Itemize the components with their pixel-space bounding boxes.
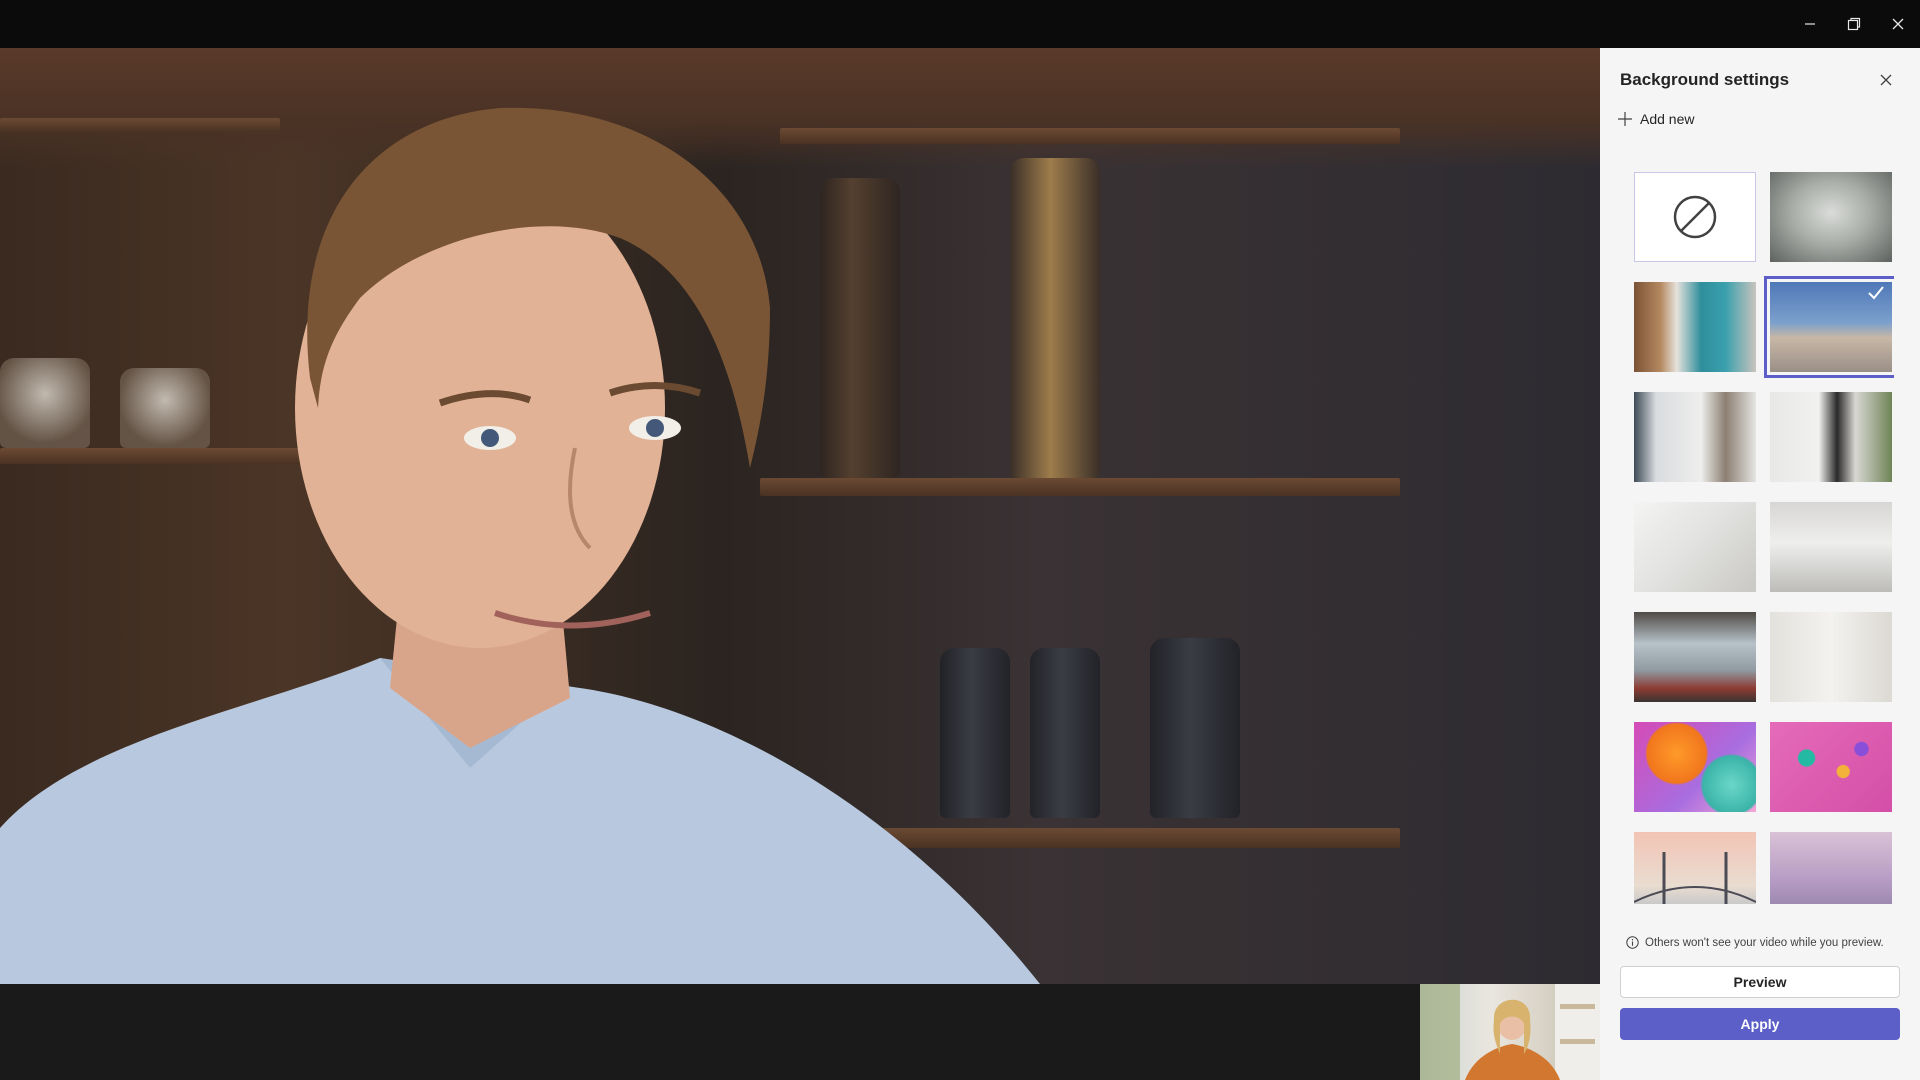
- restore-icon: [1847, 17, 1861, 31]
- background-tile-office-glass[interactable]: [1634, 612, 1756, 702]
- background-tile-white-loft[interactable]: [1634, 502, 1756, 592]
- background-tile-balloons-orange[interactable]: [1634, 722, 1756, 812]
- background-settings-panel: Background settings Add new Others won't…: [1600, 48, 1920, 1080]
- plus-icon: [1618, 112, 1632, 126]
- add-new-button[interactable]: Add new: [1618, 106, 1694, 132]
- bottom-bar: [0, 984, 1420, 1080]
- self-view-thumbnail[interactable]: [1420, 984, 1600, 1080]
- background-tile-white-wall-plants[interactable]: [1770, 612, 1892, 702]
- main-video-feed: [0, 48, 1600, 984]
- checkmark-icon: [1868, 286, 1884, 300]
- none-icon: [1673, 195, 1717, 239]
- background-tile-balloons-pink[interactable]: [1770, 722, 1892, 812]
- preview-button[interactable]: Preview: [1620, 966, 1900, 998]
- jar: [1150, 638, 1240, 818]
- minimize-icon: [1805, 23, 1815, 25]
- add-new-label: Add new: [1640, 111, 1695, 127]
- info-text: Others won't see your video while you pr…: [1645, 936, 1884, 949]
- close-icon: [1892, 18, 1904, 30]
- background-tile-office-lockers[interactable]: [1634, 282, 1756, 372]
- bridge-shape: [1634, 852, 1756, 904]
- window-close-button[interactable]: [1876, 0, 1920, 48]
- background-tile-empty-white-room[interactable]: [1770, 502, 1892, 592]
- background-tile-room-mirror-plant[interactable]: [1770, 392, 1892, 482]
- background-tile-beach-vehicle[interactable]: [1764, 276, 1894, 378]
- self-view-person: [1420, 984, 1600, 1080]
- panel-close-button[interactable]: [1870, 64, 1902, 96]
- panel-title: Background settings: [1620, 70, 1790, 89]
- close-icon: [1880, 74, 1892, 86]
- title-bar: [0, 0, 1920, 48]
- background-tile-blur[interactable]: [1770, 172, 1892, 262]
- preview-info: Others won't see your video while you pr…: [1626, 936, 1884, 949]
- apply-button[interactable]: Apply: [1620, 1008, 1900, 1040]
- info-icon: [1626, 936, 1639, 949]
- background-tile-bridge-pastel[interactable]: [1634, 832, 1756, 904]
- background-tile-white-room-windows[interactable]: [1634, 392, 1756, 482]
- background-tile-none[interactable]: [1634, 172, 1756, 262]
- minimize-button[interactable]: [1788, 0, 1832, 48]
- person-in-video: [0, 107, 1040, 984]
- restore-button[interactable]: [1832, 0, 1876, 48]
- background-tile-rock-arch-pastel[interactable]: [1770, 832, 1892, 904]
- background-grid: [1634, 172, 1894, 904]
